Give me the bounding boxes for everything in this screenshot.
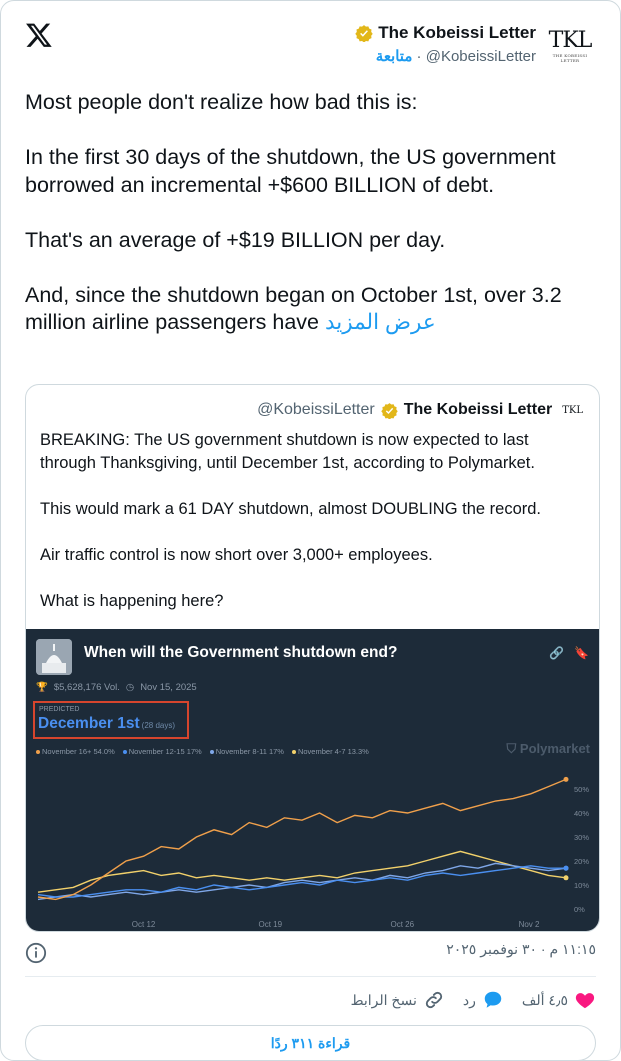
x-logo-icon[interactable] [25, 21, 53, 49]
series-line [37, 865, 566, 898]
reply-label: رد [462, 991, 476, 1008]
chart-plot: 0% 10% 20% 30% 40% 50% Oct 12 Oct 19 Oct 26 Nov 2 [37, 776, 589, 929]
chart-legend: November 16+ 54.0% November 12-15 17% No… [36, 747, 369, 756]
quote-author-handle: @KobeissiLetter [257, 401, 375, 418]
legend-item: November 4-7 13.3% [291, 747, 369, 756]
legend-dot-0 [36, 750, 40, 755]
quote-author-avatar: TKL [562, 404, 583, 416]
verified-gold-badge-icon [381, 402, 398, 419]
tweet-paragraph: That's an average of +$19 BILLION per da… [25, 227, 446, 252]
legend-item: November 16+ 54.0% [36, 747, 115, 756]
bookmark-icon: 🔖 [574, 646, 589, 660]
trophy-icon: 🏆 [36, 682, 48, 693]
clock-icon: ◷ [125, 682, 135, 693]
legend-dot-2 [209, 750, 214, 755]
follow-button[interactable]: متابعة [376, 48, 413, 65]
predicted-value: December 1st (28 days) [38, 715, 176, 732]
verified-gold-badge-icon [355, 25, 373, 42]
polymarket-logo: ⛉ Polymarket [506, 741, 590, 756]
author-name[interactable]: The Kobeissi Letter [378, 23, 536, 43]
tweet-text: Most people don't realize how bad this i… [25, 89, 597, 337]
x-tick-label: Nov 2 [519, 920, 540, 929]
y-tick-label: 0% [574, 905, 585, 914]
y-tick-label: 40% [574, 809, 589, 818]
link-icon: 🔗 [549, 646, 565, 660]
action-bar: ٤٫٥ ألف رد نسخ الرابط [351, 989, 596, 1011]
predicted-box: PREDICTED December 1st (28 days) [33, 701, 189, 739]
legend-dot-3 [291, 750, 296, 755]
author-avatar[interactable]: TKL THE KOBEISSI LETTER [546, 29, 594, 64]
quote-paragraph: This would mark a 61 DAY shutdown, almos… [40, 500, 542, 518]
link-icon [425, 991, 442, 1009]
legend-dot-1 [122, 750, 127, 755]
y-tick-label: 20% [574, 857, 589, 866]
reply-bubble-icon [484, 991, 502, 1008]
legend-item: November 12-15 17% [122, 747, 202, 756]
y-tick-label: 10% [574, 881, 589, 890]
y-tick-label: 30% [574, 833, 589, 842]
quoted-tweet[interactable]: @KobeissiLetter The Kobeissi Letter TKL … [25, 384, 600, 932]
chart-meta: 🏆 $5,628,176 Vol. ◷ Nov 15, 2025 [36, 682, 197, 693]
read-replies-button[interactable]: قراءة ٣١١ ردًا [25, 1025, 596, 1061]
series-end-point [563, 875, 569, 881]
tweet-paragraph-last: And, since the shutdown began on October… [25, 282, 562, 335]
quote-author-name: The Kobeissi Letter [403, 401, 553, 418]
quote-paragraph: Air traffic control is now short over 3,… [40, 546, 433, 564]
quote-paragraph: BREAKING: The US government shutdown is … [40, 431, 535, 472]
tweet-timestamp[interactable]: ١١:١٥ م · ٣٠ نوفمبر ٢٠٢٥ [446, 941, 596, 958]
chart-actions: 🔗 🔖 [549, 646, 589, 660]
series-line [37, 778, 567, 901]
separator-dot: · [416, 48, 422, 65]
author-block[interactable]: The Kobeissi Letter متابعة · @KobeissiLe… [355, 23, 536, 65]
polymarket-chart-image[interactable]: When will the Government shutdown end? 🔗… [26, 629, 599, 931]
reply-button[interactable]: رد [463, 989, 504, 1011]
tweet-card: The Kobeissi Letter متابعة · @KobeissiLe… [0, 0, 621, 1061]
end-date-text: Nov 15, 2025 [140, 682, 197, 693]
show-more-link[interactable]: عرض المزيد [325, 310, 436, 334]
copy-link-label: نسخ الرابط [350, 991, 417, 1008]
quote-text: BREAKING: The US government shutdown is … [40, 429, 585, 636]
x-tick-label: Oct 26 [391, 920, 415, 929]
capitol-thumbnail [36, 639, 72, 675]
like-button[interactable]: ٤٫٥ ألف [522, 989, 596, 1011]
chart-title: When will the Government shutdown end? [84, 644, 398, 661]
tweet-paragraph: Most people don't realize how bad this i… [25, 90, 418, 114]
series-end-point [563, 776, 569, 782]
heart-icon [575, 993, 595, 1009]
info-icon[interactable] [25, 942, 47, 964]
tweet-paragraph: In the first 30 days of the shutdown, th… [25, 145, 556, 197]
x-tick-label: Oct 19 [259, 920, 283, 929]
series-line [37, 862, 567, 901]
quote-paragraph: What is happening here? [40, 592, 224, 610]
copy-link-button[interactable]: نسخ الرابط [351, 989, 445, 1011]
predicted-label: PREDICTED [39, 706, 80, 713]
author-handle[interactable]: @KobeissiLetter [426, 48, 536, 65]
y-tick-label: 50% [574, 785, 589, 794]
volume-text: $5,628,176 Vol. [53, 682, 120, 693]
legend-item: November 8-11 17% [209, 747, 284, 756]
series-end-point [563, 865, 569, 871]
like-count: ٤٫٥ ألف [521, 991, 568, 1008]
x-tick-label: Oct 12 [132, 920, 156, 929]
divider [25, 976, 596, 977]
